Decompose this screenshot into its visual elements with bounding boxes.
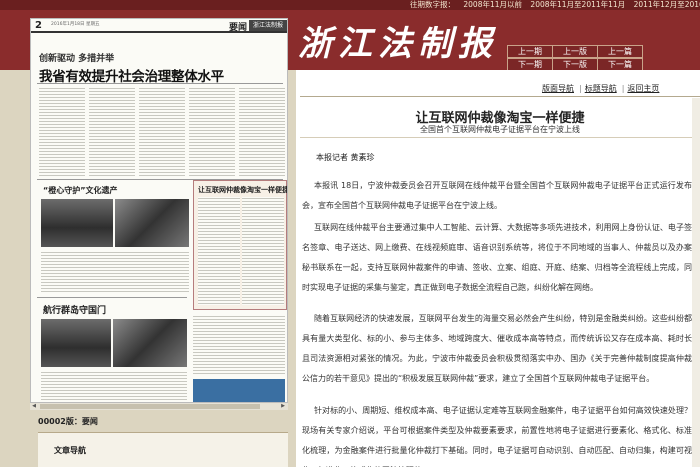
paper-divider <box>37 297 187 298</box>
paper-text-block <box>139 87 185 177</box>
paper-photo <box>113 319 187 367</box>
paper-photo <box>115 199 189 247</box>
prev-issue-button[interactable]: 上一期 <box>507 45 553 58</box>
paper-page-number: 2 <box>35 20 42 31</box>
article-scrollbar[interactable] <box>692 98 700 467</box>
article-title-rule <box>300 137 700 138</box>
current-article-highlight[interactable]: 让互联网仲裁像淘宝一样便捷 <box>193 180 287 310</box>
paper-text-block <box>198 197 240 305</box>
scroll-right-arrow-icon[interactable]: ▶ <box>279 403 287 410</box>
archive-links: 往期数字报： 2008年11月以前 2008年11月至2011年11月 2011… <box>410 0 700 10</box>
page-nav-link[interactable]: 版面导航 <box>542 84 574 93</box>
paper-kicker: 创新驱动 多措并举 <box>39 54 115 64</box>
paper-text-block <box>193 315 285 375</box>
scroll-left-arrow-icon[interactable]: ◀ <box>30 403 38 410</box>
paper-text-block <box>41 371 187 405</box>
paper-logo: 浙江法制报 <box>249 20 287 31</box>
prev-page-button[interactable]: 上一版 <box>552 45 598 58</box>
page-preview-scrollbar[interactable]: ◀ ▶ <box>30 402 288 410</box>
sub-navigation: 版面导航 | 标题导航 | 返回主页 <box>542 83 661 94</box>
archive-link-3[interactable]: 2011年12月至2016年1月 <box>634 0 700 9</box>
paper-section: 要闻 <box>229 23 248 33</box>
paper-text-block <box>41 251 189 293</box>
article-paragraph: 针对标的小、周期短、维权成本高、电子证据认定难等互联网金融案件，电子证据平台如何… <box>302 406 692 467</box>
masthead-logo: 浙江法制报 <box>298 24 498 64</box>
paper-text-block <box>239 87 285 177</box>
paper-photo <box>41 319 111 367</box>
article-paragraph: 随着互联网经济的快速发展，互联网平台发生的海量交易必然会产生纠纷，特别是金融类纠… <box>302 314 692 383</box>
paper-story-title[interactable]: 航行群岛守国门 <box>43 303 106 316</box>
paper-text-block <box>89 87 135 177</box>
paper-text-block <box>189 87 235 177</box>
prev-article-button[interactable]: 上一篇 <box>597 45 643 58</box>
toc-label: 文章导航 <box>54 446 86 455</box>
paper-story-title[interactable]: “橙心守护”文化遗产 <box>43 185 118 196</box>
article-paragraph: 互联网在线仲裁平台主要通过集中人工智能、云计算、大数据等多项先进技术，利用网上身… <box>302 223 692 292</box>
paper-text-block <box>39 87 85 177</box>
paper-date: 2016年1月18日 星期五 <box>51 22 100 27</box>
paper-photo <box>41 199 113 247</box>
paper-headline[interactable]: 我省有效提升社会治理整体水平 <box>39 65 224 85</box>
paper-divider <box>37 83 283 84</box>
home-link[interactable]: 返回主页 <box>627 84 659 93</box>
highlight-title: 让互联网仲裁像淘宝一样便捷 <box>198 186 288 194</box>
archive-label: 往期数字报： <box>410 0 455 9</box>
article-top-rule <box>300 96 700 97</box>
article-paragraph: 本报讯 18日，宁波仲裁委员会召开互联网在线仲裁平台暨全国首个互联网仲裁电子证据… <box>302 181 692 210</box>
separator: | <box>621 84 625 93</box>
newspaper-page-image[interactable]: 2 2016年1月18日 星期五 要闻 浙江法制报 创新驱动 多措并举 我省有效… <box>30 18 288 410</box>
article-reporter: 本报记者 黄素珍 <box>316 153 375 162</box>
edition-label: 00002版：要闻 <box>38 417 98 426</box>
article-subtitle: 全国首个互联网仲裁电子证据平台在宁波上线 <box>420 125 580 134</box>
archive-link-2[interactable]: 2008年11月至2011年11月 <box>530 0 625 9</box>
paper-text-block <box>242 197 284 305</box>
title-nav-link[interactable]: 标题导航 <box>585 84 617 93</box>
scrollbar-thumb[interactable] <box>40 404 260 409</box>
separator: | <box>579 84 582 93</box>
paper-header: 2 2016年1月18日 星期五 要闻 浙江法制报 <box>31 19 287 33</box>
archive-link-1[interactable]: 2008年11月以前 <box>463 0 522 9</box>
